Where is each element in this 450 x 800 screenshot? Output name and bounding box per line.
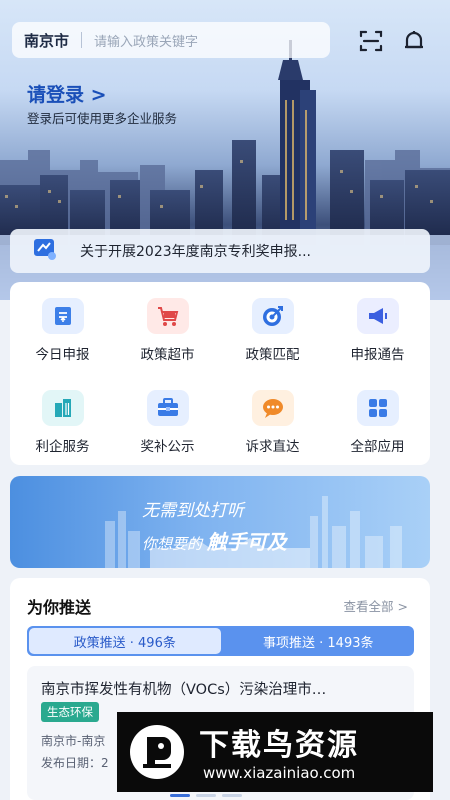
- indicator-dot: [222, 794, 242, 797]
- grid-item-policy-market[interactable]: 政策超市: [115, 288, 220, 368]
- view-all-link[interactable]: 查看全部 >: [344, 596, 408, 615]
- grid-label: 政策匹配: [245, 347, 300, 363]
- cart-icon: [147, 298, 189, 334]
- grid-item-all-apps[interactable]: 全部应用: [325, 380, 430, 460]
- login-link[interactable]: 请登录 >: [27, 80, 107, 107]
- search-input[interactable]: 请输入政策关键字: [94, 31, 198, 50]
- bell-icon[interactable]: [399, 26, 429, 56]
- indicator-dot: [196, 794, 216, 797]
- apps-grid-icon: [357, 390, 399, 426]
- section-title: 为你推送: [27, 598, 92, 617]
- grid-item-announcements[interactable]: 申报通告: [325, 288, 430, 368]
- banner-line2: 你想要的 触手可及: [142, 526, 287, 555]
- scan-icon[interactable]: [356, 26, 386, 56]
- category-tag: 生态环保: [41, 702, 99, 722]
- watermark-overlay: 下载鸟资源 www.xiazainiao.com: [117, 712, 433, 792]
- tab-policy-push[interactable]: 政策推送 · 496条: [29, 628, 221, 654]
- grid-label: 政策超市: [140, 347, 195, 363]
- notice-bar[interactable]: 关于开展2023年度南京专利奖申报...: [10, 229, 430, 273]
- grid-label: 申报通告: [350, 347, 405, 363]
- promo-banner[interactable]: 无需到处打听 你想要的 触手可及: [10, 476, 430, 568]
- push-tabs: 政策推送 · 496条 事项推送 · 1493条: [27, 626, 414, 656]
- tab-item-push[interactable]: 事项推送 · 1493条: [223, 626, 415, 656]
- search-bar[interactable]: 南京市 请输入政策关键字: [12, 22, 330, 58]
- bird-logo-icon: [130, 725, 184, 779]
- target-icon: [252, 298, 294, 334]
- city-selector[interactable]: 南京市: [24, 30, 69, 51]
- grid-label: 今日申报: [35, 347, 90, 363]
- banner-line1: 无需到处打听: [142, 501, 244, 521]
- indicator-dot-active: [170, 794, 190, 797]
- report-upload-icon: [42, 298, 84, 334]
- banner-line2-big: 触手可及: [206, 530, 287, 554]
- megaphone-icon: [357, 298, 399, 334]
- grid-label: 利企服务: [35, 439, 90, 455]
- item-title: 南京市挥发性有机物（VOCs）污染治理市…: [41, 682, 327, 698]
- grid-label: 诉求直达: [245, 439, 300, 455]
- item-date: 发布日期：2: [41, 756, 109, 770]
- banner-line2-pre: 你想要的: [142, 535, 203, 553]
- item-region: 南京市-南京: [41, 734, 106, 748]
- grid-item-subsidy-publicity[interactable]: 奖补公示: [115, 380, 220, 460]
- notice-text: 关于开展2023年度南京专利奖申报...: [80, 244, 311, 260]
- toolbox-icon: [147, 390, 189, 426]
- announcement-icon: [32, 236, 58, 266]
- grid-item-policy-match[interactable]: 政策匹配: [220, 288, 325, 368]
- watermark-title: 下载鸟资源: [199, 728, 359, 763]
- grid-item-appeal[interactable]: 诉求直达: [220, 380, 325, 460]
- building-icon: [42, 390, 84, 426]
- login-subtitle: 登录后可使用更多企业服务: [27, 111, 178, 126]
- grid-item-enterprise-service[interactable]: 利企服务: [10, 380, 115, 460]
- watermark-url: www.xiazainiao.com: [203, 764, 356, 782]
- service-grid: 今日申报 政策超市 政策匹配 申报通告 利企服务 奖补公示 诉求直达 全部应用: [10, 282, 430, 465]
- grid-item-today-report[interactable]: 今日申报: [10, 288, 115, 368]
- grid-label: 奖补公示: [140, 439, 195, 455]
- search-divider: [81, 32, 83, 48]
- grid-label: 全部应用: [350, 439, 405, 455]
- chat-icon: [252, 390, 294, 426]
- page-indicator: [170, 794, 280, 798]
